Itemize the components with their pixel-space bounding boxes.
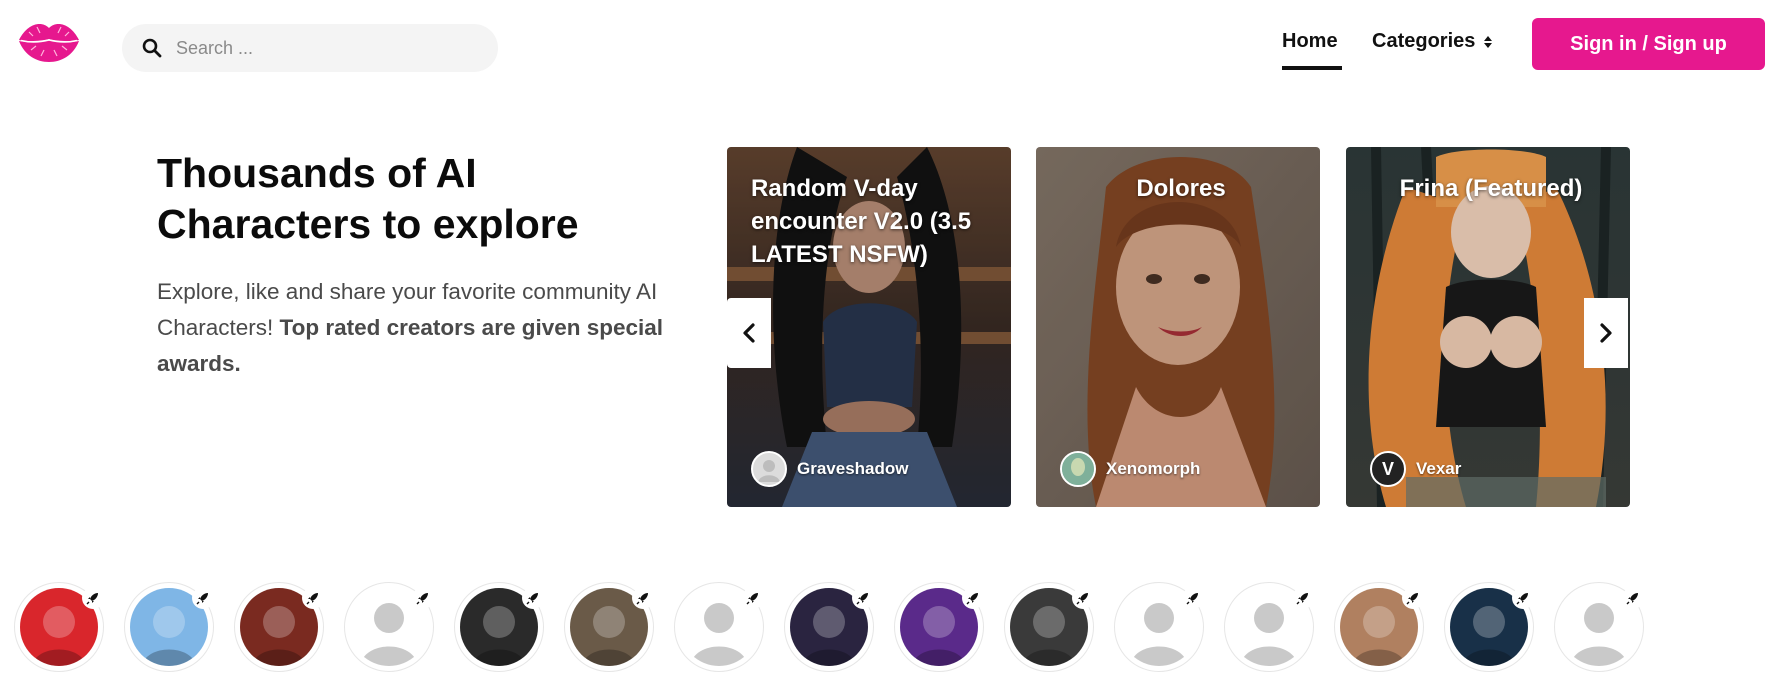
creator-avatar-link[interactable] (564, 582, 654, 672)
character-card-title: Dolores (1136, 175, 1226, 202)
nav-categories-label: Categories (1372, 30, 1476, 52)
sign-in-button[interactable]: Sign in / Sign up (1532, 18, 1765, 70)
rocket-icon (1182, 587, 1204, 609)
rocket-icon (1402, 587, 1424, 609)
carousel-prev-button[interactable] (727, 298, 771, 368)
creator-avatar-link[interactable] (124, 582, 214, 672)
rocket-icon (522, 587, 544, 609)
rocket-icon (1072, 587, 1094, 609)
rocket-icon (192, 587, 214, 609)
creator-avatar-initial: V (1381, 458, 1394, 479)
creator-avatar-link[interactable] (1004, 582, 1094, 672)
character-card-title: Frina (Featured) (1399, 175, 1583, 202)
character-card-author[interactable]: Xenomorph (1060, 451, 1200, 487)
creator-avatar-link[interactable] (1224, 582, 1314, 672)
creator-avatar-link[interactable] (344, 582, 434, 672)
rocket-icon (412, 587, 434, 609)
sort-caret-icon (1484, 35, 1493, 48)
creator-name: Vexar (1416, 459, 1462, 478)
search-bar[interactable] (122, 24, 498, 72)
creator-avatar-link[interactable] (674, 582, 764, 672)
rocket-icon (1292, 587, 1314, 609)
creator-avatar (1060, 451, 1096, 487)
rocket-icon (1622, 587, 1644, 609)
nav-active-indicator (1282, 66, 1342, 70)
creator-avatar-link[interactable] (454, 582, 544, 672)
rocket-icon (82, 587, 104, 609)
hero-description: Explore, like and share your favorite co… (157, 274, 677, 382)
creator-avatar-link[interactable] (1444, 582, 1534, 672)
rocket-icon (962, 587, 984, 609)
creator-avatar-link[interactable] (234, 582, 324, 672)
creator-avatar-link[interactable] (784, 582, 874, 672)
carousel-next-button[interactable] (1584, 298, 1628, 368)
creator-name: Graveshadow (797, 459, 909, 478)
hero-title: Thousands of AI Characters to explore (157, 150, 579, 247)
search-icon (142, 38, 162, 58)
creator-avatar-link[interactable] (14, 582, 104, 672)
chevron-left-icon (743, 323, 755, 343)
creator-avatar: V (1370, 451, 1406, 487)
chevron-right-icon (1600, 323, 1612, 343)
lips-logo-icon[interactable] (17, 18, 81, 64)
nav-home-link[interactable]: Home (1282, 30, 1338, 53)
creator-name: Xenomorph (1106, 459, 1201, 478)
character-card-title: Random V-day encounter V2.0 (3.5 LATEST … (751, 175, 972, 268)
creator-avatar-link[interactable] (1114, 582, 1204, 672)
rocket-icon (302, 587, 324, 609)
nav-categories-dropdown[interactable]: Categories (1372, 30, 1493, 53)
rocket-icon (742, 587, 764, 609)
rocket-icon (852, 587, 874, 609)
character-card-author[interactable]: V Vexar (1370, 451, 1461, 487)
character-card-author[interactable]: Graveshadow (751, 451, 909, 487)
character-card[interactable]: Dolores Xenomorph (1036, 147, 1320, 507)
rocket-icon (632, 587, 654, 609)
creator-avatar (751, 451, 787, 487)
search-input[interactable] (176, 37, 476, 59)
creator-avatar-link[interactable] (894, 582, 984, 672)
creator-avatar-link[interactable] (1554, 582, 1644, 672)
rocket-icon (1512, 587, 1534, 609)
creator-avatar-link[interactable] (1334, 582, 1424, 672)
